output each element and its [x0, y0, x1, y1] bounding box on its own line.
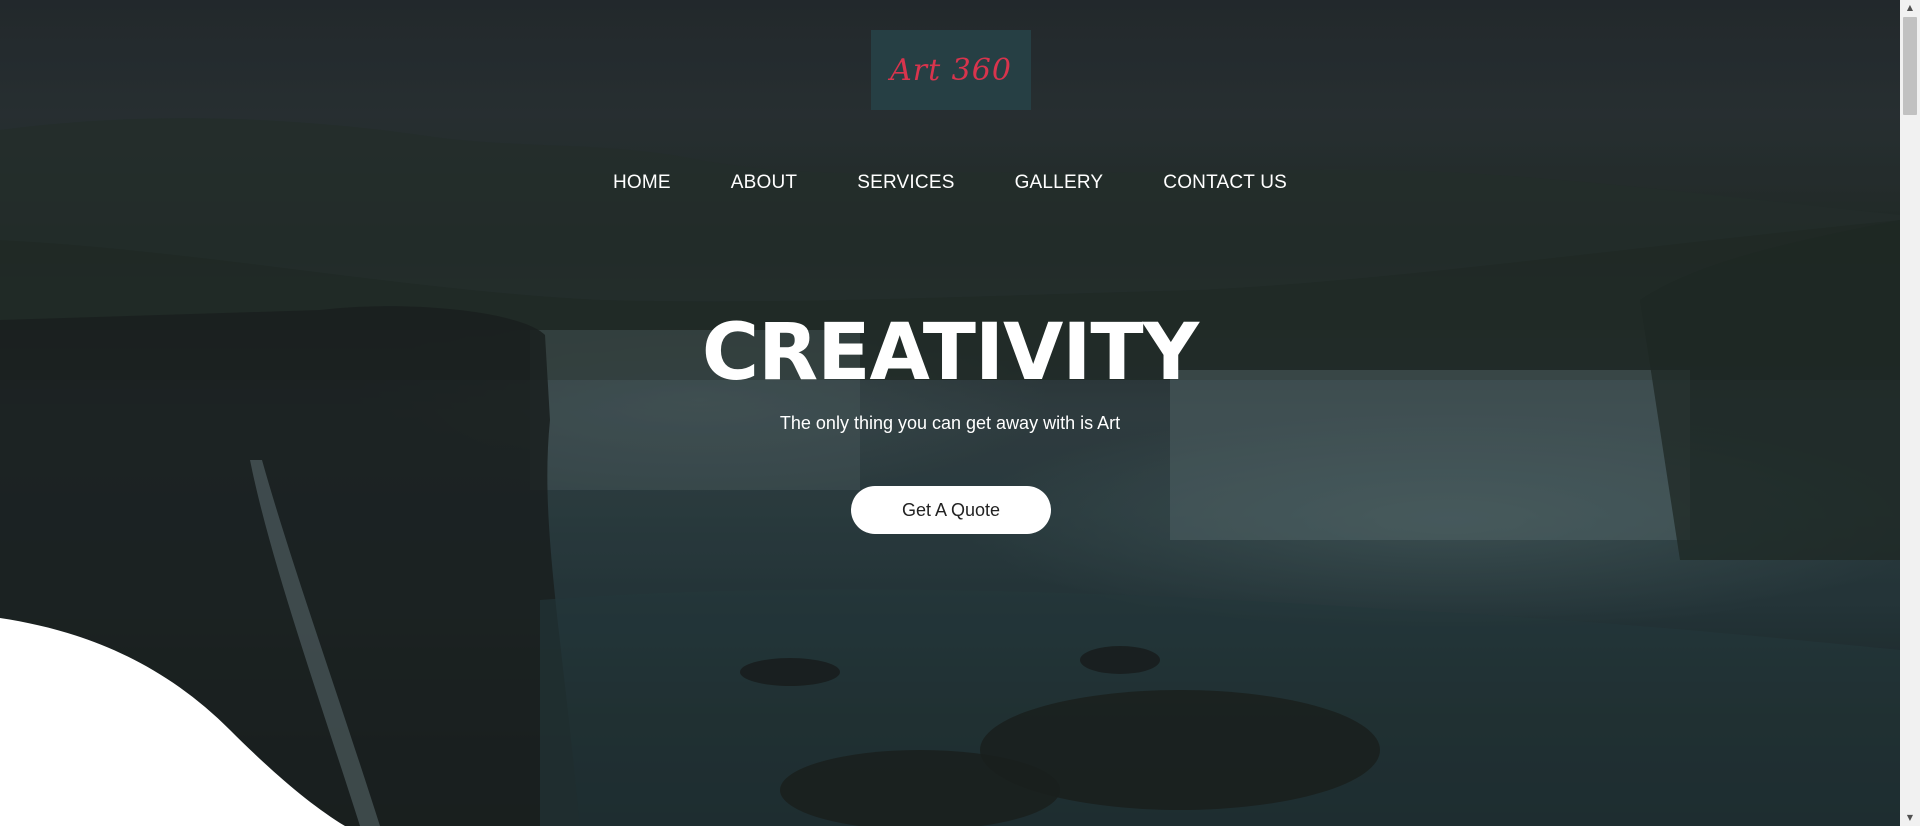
scrollbar-thumb[interactable] — [1903, 17, 1917, 115]
bottom-wave-shape — [0, 618, 345, 826]
page: Art 360 HOME ABOUT SERVICES GALLERY CONT… — [0, 0, 1920, 826]
triangle-up-icon[interactable]: ▲ — [1900, 0, 1920, 16]
page-scrollbar[interactable]: ▲ ▼ — [1900, 0, 1920, 826]
triangle-down-icon[interactable]: ▼ — [1900, 810, 1920, 826]
